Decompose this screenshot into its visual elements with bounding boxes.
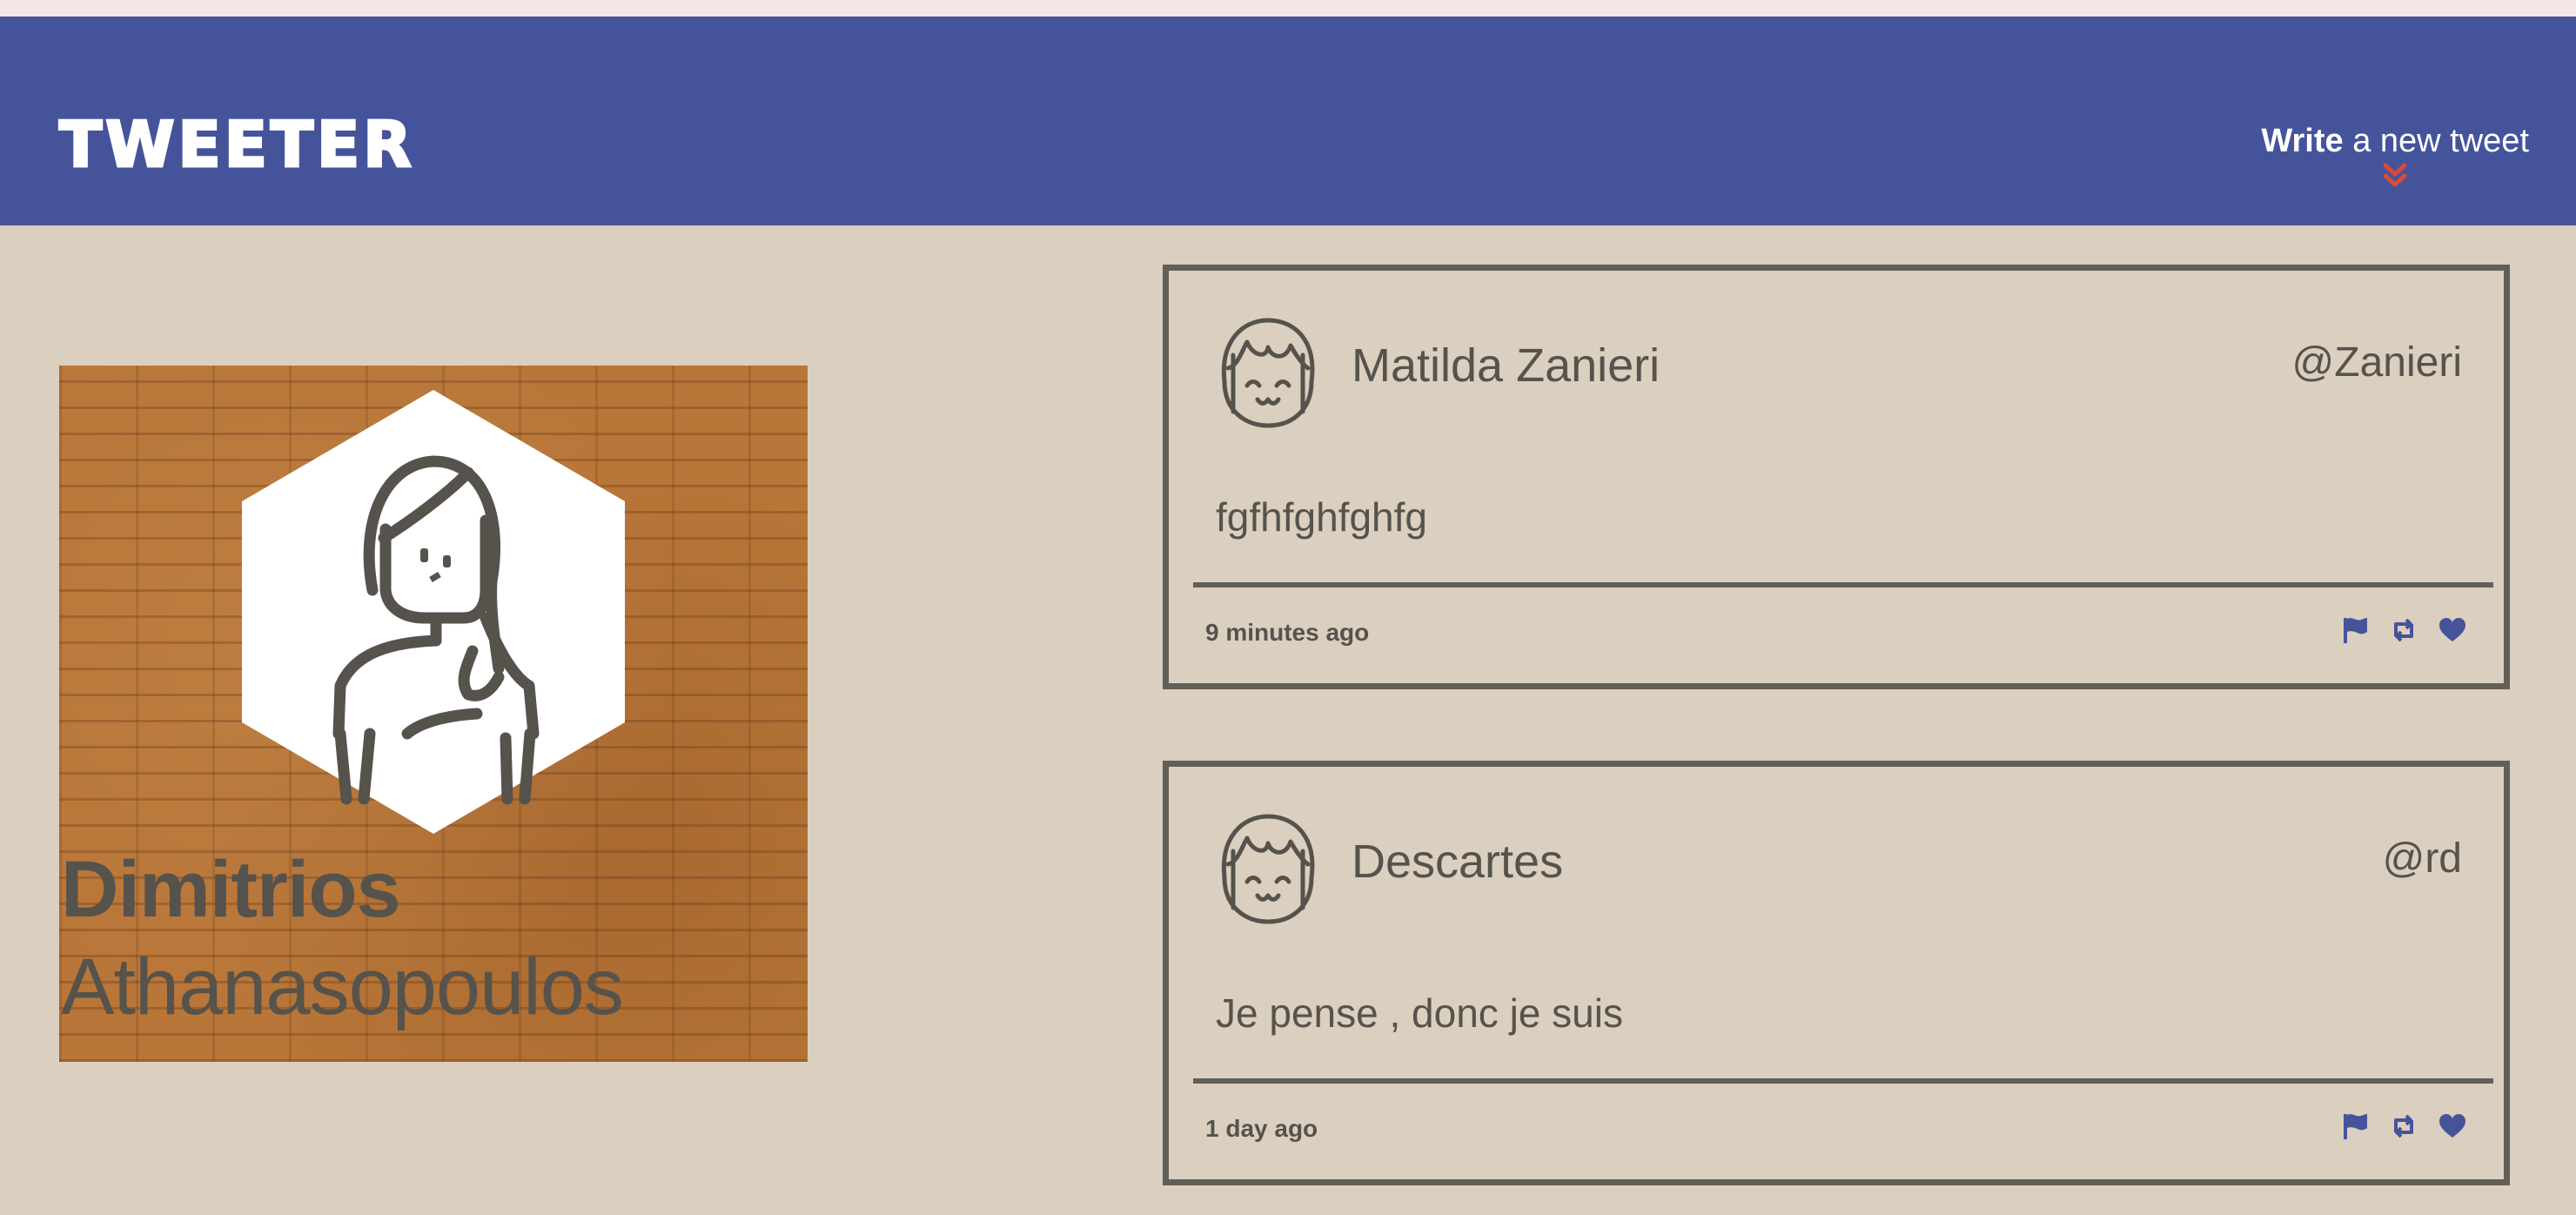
tweet-content: Je pense , donc je suis bbox=[1216, 990, 1623, 1036]
tweet-actions bbox=[2340, 615, 2467, 645]
profile-last-name: Athanasopoulos bbox=[61, 943, 624, 1031]
tweet-author-handle: @rd bbox=[2382, 836, 2462, 882]
flag-icon[interactable] bbox=[2340, 1111, 2370, 1141]
profile-avatar bbox=[242, 390, 625, 834]
tweet-divider bbox=[1193, 582, 2493, 587]
tweet-author-name[interactable]: Descartes bbox=[1352, 838, 1563, 885]
user-avatar-icon bbox=[1221, 318, 1315, 428]
tweet-divider bbox=[1193, 1078, 2493, 1084]
tweet-content: fgfhfghfghfg bbox=[1216, 494, 1427, 540]
profile-card: Dimitrios Athanasopoulos bbox=[59, 366, 808, 1062]
compose-label-rest: a new tweet bbox=[2343, 123, 2529, 159]
tweet-author-name[interactable]: Matilda Zanieri bbox=[1352, 342, 1660, 389]
heart-icon[interactable] bbox=[2438, 615, 2467, 645]
navbar: TWEETER Write a new tweet bbox=[0, 17, 2576, 225]
tweet-timestamp: 9 minutes ago bbox=[1205, 619, 1370, 646]
tweet-author-handle: @Zanieri bbox=[2291, 339, 2462, 386]
tweet-timestamp: 1 day ago bbox=[1205, 1115, 1318, 1142]
brand-logo[interactable]: TWEETER bbox=[58, 112, 415, 178]
retweet-icon[interactable] bbox=[2389, 615, 2418, 645]
flag-icon[interactable] bbox=[2340, 615, 2370, 645]
compose-tweet-button[interactable]: Write a new tweet bbox=[2261, 124, 2529, 189]
top-strip bbox=[0, 0, 2576, 17]
tweet-card: Descartes @rd Je pense , donc je suis 1 … bbox=[1163, 761, 2510, 1185]
double-chevron-down-icon bbox=[2383, 163, 2407, 187]
profile-first-name: Dimitrios bbox=[61, 845, 401, 934]
tweet-card: Matilda Zanieri @Zanieri fgfhfghfghfg 9 … bbox=[1163, 265, 2510, 689]
compose-label-bold: Write bbox=[2261, 123, 2344, 159]
heart-icon[interactable] bbox=[2438, 1111, 2467, 1141]
retweet-icon[interactable] bbox=[2389, 1111, 2418, 1141]
user-avatar-icon bbox=[1221, 814, 1315, 924]
tweet-actions bbox=[2340, 1111, 2467, 1141]
